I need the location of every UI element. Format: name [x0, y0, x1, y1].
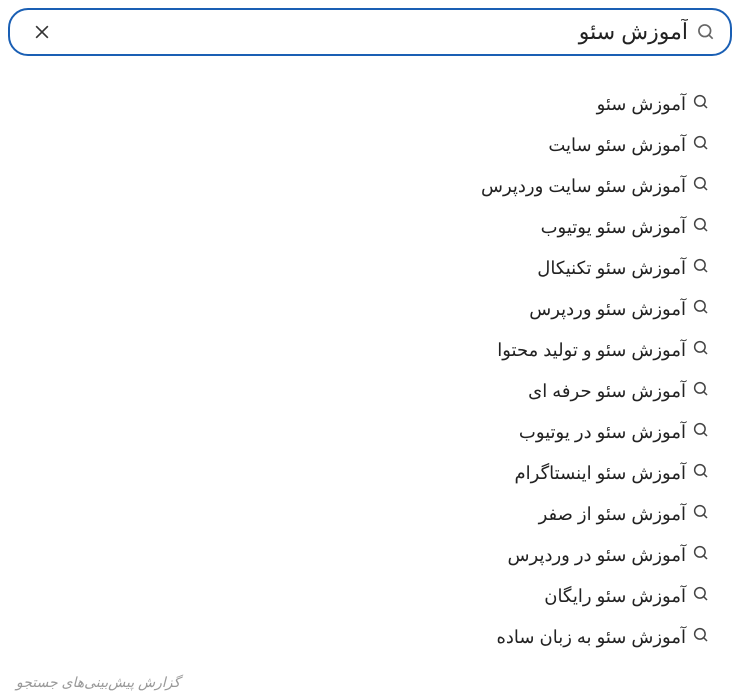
- suggestion-text: آموزش سئو سایت: [548, 135, 686, 156]
- suggestion-item[interactable]: آموزش سئو سایت وردپرس: [8, 166, 710, 207]
- search-input[interactable]: [56, 19, 688, 45]
- search-icon: [692, 380, 710, 403]
- search-icon: [692, 544, 710, 567]
- search-icon: [692, 298, 710, 321]
- suggestion-text: آموزش سئو حرفه ای: [528, 381, 686, 402]
- suggestion-item[interactable]: آموزش سئو رایگان: [8, 576, 710, 617]
- search-icon: [692, 216, 710, 239]
- search-icon: [692, 134, 710, 157]
- suggestion-item[interactable]: آموزش سئو یوتیوب: [8, 207, 710, 248]
- search-icon: [692, 175, 710, 198]
- suggestion-text: آموزش سئو از صفر: [539, 504, 686, 525]
- search-icon: [692, 626, 710, 649]
- search-icon: [692, 462, 710, 485]
- suggestion-text: آموزش سئو اینستاگرام: [515, 463, 686, 484]
- search-icon: [692, 339, 710, 362]
- suggestion-text: آموزش سئو: [597, 94, 686, 115]
- suggestion-text: آموزش سئو وردپرس: [529, 299, 686, 320]
- suggestion-item[interactable]: آموزش سئو تکنیکال: [8, 248, 710, 289]
- suggestion-item[interactable]: آموزش سئو در وردپرس: [8, 535, 710, 576]
- suggestion-item[interactable]: آموزش سئو وردپرس: [8, 289, 710, 330]
- suggestion-text: آموزش سئو و تولید محتوا: [497, 340, 686, 361]
- suggestion-item[interactable]: آموزش سئو در یوتیوب: [8, 412, 710, 453]
- suggestion-text: آموزش سئو در وردپرس: [508, 545, 686, 566]
- suggestion-item[interactable]: آموزش سئو و تولید محتوا: [8, 330, 710, 371]
- suggestion-item[interactable]: آموزش سئو از صفر: [8, 494, 710, 535]
- suggestions-list: آموزش سئو آموزش سئو سایت آموزش سئو سایت ور…: [8, 84, 732, 658]
- search-icon: [692, 503, 710, 526]
- suggestion-text: آموزش سئو رایگان: [544, 586, 686, 607]
- search-icon: [696, 22, 716, 42]
- suggestion-item[interactable]: آموزش سئو: [8, 84, 710, 125]
- suggestion-text: آموزش سئو به زبان ساده: [496, 627, 686, 648]
- search-icon: [692, 585, 710, 608]
- suggestion-text: آموزش سئو تکنیکال: [537, 258, 686, 279]
- suggestion-text: آموزش سئو سایت وردپرس: [481, 176, 686, 197]
- suggestion-item[interactable]: آموزش سئو سایت: [8, 125, 710, 166]
- clear-button[interactable]: [28, 18, 56, 46]
- suggestion-item[interactable]: آموزش سئو به زبان ساده: [8, 617, 710, 658]
- suggestion-text: آموزش سئو یوتیوب: [541, 217, 686, 238]
- search-icon: [692, 257, 710, 280]
- suggestion-item[interactable]: آموزش سئو حرفه ای: [8, 371, 710, 412]
- search-icon: [692, 93, 710, 116]
- suggestion-text: آموزش سئو در یوتیوب: [519, 422, 686, 443]
- search-icon: [692, 421, 710, 444]
- suggestion-item[interactable]: آموزش سئو اینستاگرام: [8, 453, 710, 494]
- report-predictions-link[interactable]: گزارش پیش‌بینی‌های جستجو: [16, 674, 180, 691]
- search-bar: [8, 8, 732, 56]
